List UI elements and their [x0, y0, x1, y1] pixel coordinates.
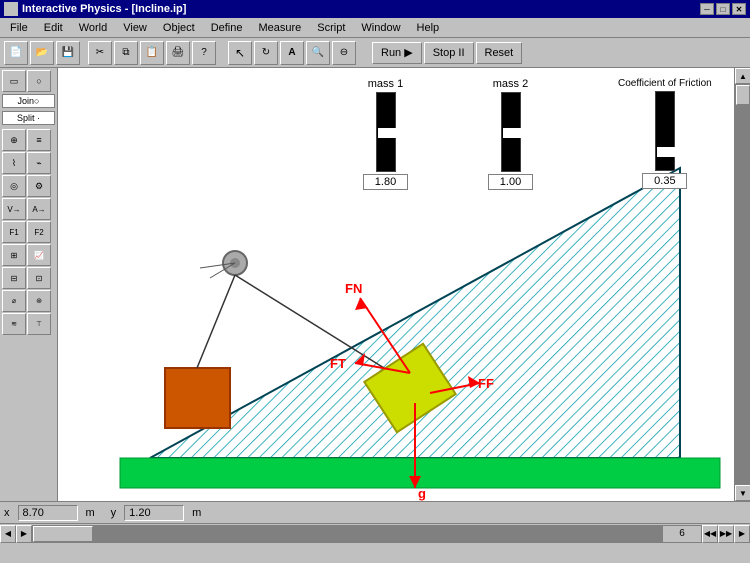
zoom-btn[interactable]: 🔍	[306, 41, 330, 65]
scroll-down-btn[interactable]: ▼	[735, 485, 750, 501]
tool-graph[interactable]: 📈	[27, 244, 51, 266]
canvas-area[interactable]: FN FT FF g mass 1 1.80 mass 2	[58, 68, 734, 501]
menu-object[interactable]: Object	[155, 20, 203, 36]
x-unit: m	[86, 507, 95, 519]
tool-sensor[interactable]: ⌀	[2, 290, 26, 312]
right-scrollbar: ▲ ▼	[734, 68, 750, 501]
slider-mass2[interactable]: mass 2 1.00	[488, 78, 533, 190]
slider-mass1-label: mass 1	[368, 78, 403, 90]
menu-window[interactable]: Window	[353, 20, 408, 36]
menu-world[interactable]: World	[71, 20, 116, 36]
bottom-scrollbar: ◀ ▶ 6 ◀◀ ▶▶ ▶	[0, 523, 750, 543]
y-unit: m	[192, 507, 201, 519]
close-btn[interactable]: ✕	[732, 3, 746, 15]
hscroll-left-btn[interactable]: ◀	[0, 525, 16, 543]
y-label: y	[111, 507, 117, 519]
tool-rope[interactable]: ⌁	[27, 152, 51, 174]
slider-friction-label: Coefficient of Friction	[618, 78, 712, 89]
slider-mass2-label: mass 2	[493, 78, 528, 90]
slider-friction-thumb[interactable]	[657, 147, 675, 157]
tool-rect[interactable]: ▭	[2, 70, 26, 92]
scroll-track[interactable]	[735, 84, 750, 485]
menu-file[interactable]: File	[2, 20, 36, 36]
x-value: 8.70	[18, 505, 78, 521]
open-btn[interactable]: 📂	[30, 41, 54, 65]
tool-extra[interactable]: ⊤	[27, 313, 51, 335]
slider-mass2-track[interactable]	[501, 92, 521, 172]
toolbar: 📄 📂 💾 ✂ ⧉ 📋 🖨 ? ↖ ↻ A 🔍 ⊖ Run ▶ Stop II …	[0, 38, 750, 68]
status-bar: x 8.70 m y 1.20 m	[0, 501, 750, 523]
maximize-btn[interactable]: □	[716, 3, 730, 15]
tool-spring[interactable]: ⌇	[2, 152, 26, 174]
menu-script[interactable]: Script	[309, 20, 353, 36]
slider-friction-track[interactable]	[655, 91, 675, 171]
scroll-thumb[interactable]	[736, 85, 750, 105]
hscroll-prev-btn[interactable]: ◀◀	[702, 525, 718, 543]
minimize-btn[interactable]: ─	[700, 3, 714, 15]
stop-button[interactable]: Stop II	[424, 42, 474, 64]
tool-slot[interactable]: ≡	[27, 129, 51, 151]
split-button[interactable]: Split ·	[2, 111, 55, 125]
tool-acc[interactable]: A→	[27, 198, 51, 220]
tool-track[interactable]: ⊡	[27, 267, 51, 289]
tool-vel[interactable]: V→	[2, 198, 26, 220]
menu-view[interactable]: View	[115, 20, 155, 36]
menu-bar: File Edit World View Object Define Measu…	[0, 18, 750, 38]
cut-btn[interactable]: ✂	[88, 41, 112, 65]
tool-meter[interactable]: ⊟	[2, 267, 26, 289]
tool-pin[interactable]: ⊕	[2, 129, 26, 151]
window-title: Interactive Physics - [Incline.ip]	[22, 3, 700, 15]
svg-text:FT: FT	[330, 356, 346, 371]
slider-mass2-thumb[interactable]	[503, 128, 521, 138]
copy-btn[interactable]: ⧉	[114, 41, 138, 65]
pointer-btn[interactable]: ↖	[228, 41, 252, 65]
tool-gear[interactable]: ⚙	[27, 175, 51, 197]
zoomout-btn[interactable]: ⊖	[332, 41, 356, 65]
tool-f2[interactable]: F2	[27, 221, 51, 243]
menu-help[interactable]: Help	[409, 20, 448, 36]
tool-f1[interactable]: F1	[2, 221, 26, 243]
menu-edit[interactable]: Edit	[36, 20, 71, 36]
new-btn[interactable]: 📄	[4, 41, 28, 65]
hscroll-next-btn[interactable]: ▶▶	[718, 525, 734, 543]
slider-friction[interactable]: Coefficient of Friction 0.35	[618, 78, 712, 189]
run-button[interactable]: Run ▶	[372, 42, 422, 64]
tool-motor[interactable]: ⊛	[27, 290, 51, 312]
join-button[interactable]: Join○	[2, 94, 55, 108]
scroll-up-btn[interactable]: ▲	[735, 68, 750, 84]
y-value: 1.20	[124, 505, 184, 521]
menu-define[interactable]: Define	[203, 20, 251, 36]
svg-text:FN: FN	[345, 281, 362, 296]
slider-mass1-track[interactable]	[376, 92, 396, 172]
save-btn[interactable]: 💾	[56, 41, 80, 65]
print-btn[interactable]: 🖨	[166, 41, 190, 65]
tool-coord[interactable]: ⊞	[2, 244, 26, 266]
paste-btn[interactable]: 📋	[140, 41, 164, 65]
reset-button[interactable]: Reset	[476, 42, 523, 64]
hscroll-right-btn[interactable]: ▶	[734, 525, 750, 543]
tool-circle[interactable]: ○	[27, 70, 51, 92]
tool-pulley[interactable]: ◎	[2, 175, 26, 197]
hscroll-left2-btn[interactable]: ▶	[16, 525, 32, 543]
left-toolbar: ▭ ○ Join○ Split · ⊕ ≡ ⌇ ⌁ ◎ ⚙ V→ A→ F1 F…	[0, 68, 58, 501]
hscroll-track[interactable]	[32, 525, 662, 543]
rotate-btn[interactable]: ↻	[254, 41, 278, 65]
titlebar-controls: ─ □ ✕	[700, 3, 746, 15]
menu-measure[interactable]: Measure	[250, 20, 309, 36]
slider-friction-value: 0.35	[642, 173, 687, 189]
title-bar: IP Interactive Physics - [Incline.ip] ─ …	[0, 0, 750, 18]
hscroll-page: 6	[662, 525, 702, 543]
x-label: x	[4, 507, 10, 519]
slider-mass2-value: 1.00	[488, 174, 533, 190]
slider-mass1-thumb[interactable]	[378, 128, 396, 138]
app-icon: IP	[4, 2, 18, 16]
text-btn[interactable]: A	[280, 41, 304, 65]
svg-text:FF: FF	[478, 376, 494, 391]
hscroll-thumb[interactable]	[33, 526, 93, 542]
help-btn[interactable]: ?	[192, 41, 216, 65]
slider-mass1[interactable]: mass 1 1.80	[363, 78, 408, 190]
tool-note[interactable]: ≋	[2, 313, 26, 335]
svg-text:g: g	[418, 486, 426, 501]
slider-mass1-value: 1.80	[363, 174, 408, 190]
